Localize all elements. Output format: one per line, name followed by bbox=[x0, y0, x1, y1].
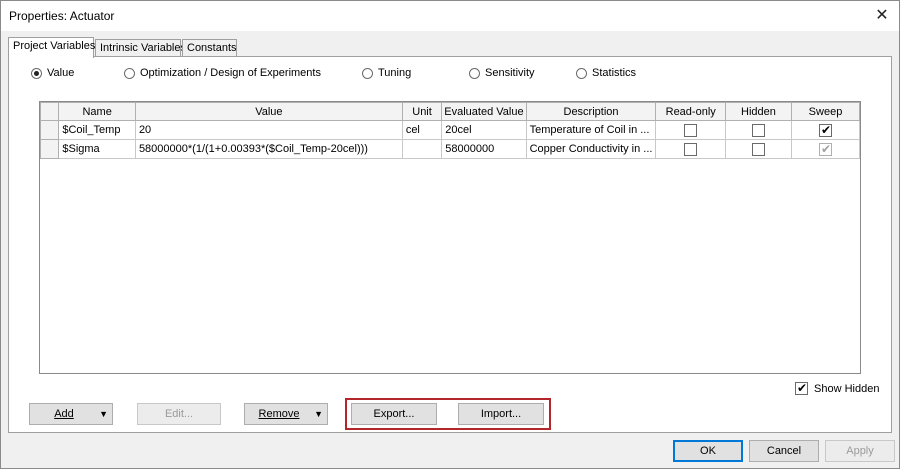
dropdown-arrow-icon[interactable]: ▼ bbox=[99, 404, 108, 424]
cell-name[interactable]: $Sigma bbox=[58, 139, 136, 159]
show-hidden-toggle[interactable]: ✔ Show Hidden bbox=[795, 381, 880, 395]
radio-label: Sensitivity bbox=[485, 67, 535, 79]
radio-unchecked-icon bbox=[362, 67, 373, 79]
close-icon[interactable]: ✕ bbox=[871, 5, 893, 27]
tab-label: Constants bbox=[187, 42, 237, 54]
hidden-checkbox[interactable] bbox=[751, 142, 765, 156]
column-header-read-only[interactable]: Read-only bbox=[655, 102, 726, 121]
export-import-highlight bbox=[345, 398, 551, 430]
column-header-sweep[interactable]: Sweep bbox=[790, 102, 861, 121]
dropdown-arrow-icon[interactable]: ▼ bbox=[314, 404, 323, 424]
cell-evaluated-value: 58000000 bbox=[441, 139, 527, 159]
radio-checked-icon bbox=[31, 67, 42, 79]
remove-button-label: Remove bbox=[258, 408, 300, 420]
read-only-checkbox[interactable] bbox=[684, 123, 698, 137]
sweep-checkbox-disabled: ✔ bbox=[818, 141, 832, 156]
radio-label: Optimization / Design of Experiments bbox=[140, 67, 321, 79]
project-variables-panel: Value Optimization / Design of Experimen… bbox=[8, 56, 892, 433]
radio-label: Statistics bbox=[592, 67, 637, 79]
tab-project-variables[interactable]: Project Variables bbox=[8, 37, 96, 58]
show-hidden-checkbox[interactable]: ✔ bbox=[795, 381, 808, 395]
cell-unit[interactable] bbox=[401, 139, 443, 159]
apply-button-label: Apply bbox=[846, 445, 874, 457]
properties-dialog: Properties: Actuator ✕ Project Variables… bbox=[0, 0, 900, 469]
check-icon: ✔ bbox=[820, 141, 832, 156]
column-header-value[interactable]: Value bbox=[134, 102, 403, 121]
cell-read-only bbox=[655, 120, 726, 140]
read-only-checkbox[interactable] bbox=[684, 142, 698, 156]
column-header-description[interactable]: Description bbox=[525, 102, 657, 121]
radio-sensitivity[interactable]: Sensitivity bbox=[469, 67, 535, 79]
radio-tuning[interactable]: Tuning bbox=[362, 67, 411, 79]
add-button-label: Add bbox=[54, 408, 74, 420]
table-row[interactable]: $Sigma 58000000*(1/(1+0.00393*($Coil_Tem… bbox=[39, 139, 861, 159]
table-row[interactable]: $Coil_Temp 20 cel 20cel Temperature of C… bbox=[39, 120, 861, 140]
ok-button-label: OK bbox=[700, 445, 716, 457]
radio-unchecked-icon bbox=[469, 67, 480, 79]
ok-button[interactable]: OK bbox=[673, 440, 743, 462]
edit-button[interactable]: Edit... bbox=[137, 403, 221, 425]
apply-button[interactable]: Apply bbox=[825, 440, 895, 462]
cell-name[interactable]: $Coil_Temp bbox=[58, 120, 136, 140]
cell-hidden bbox=[724, 120, 792, 140]
add-button[interactable]: Add ▼ bbox=[29, 403, 113, 425]
cell-hidden bbox=[724, 139, 792, 159]
check-icon: ✔ bbox=[797, 381, 808, 395]
cancel-button-label: Cancel bbox=[766, 445, 802, 457]
tab-label: Project Variables bbox=[13, 40, 96, 52]
radio-label: Value bbox=[47, 67, 75, 79]
radio-unchecked-icon bbox=[124, 67, 135, 79]
tab-constants[interactable]: Constants bbox=[182, 39, 237, 57]
tab-label: Intrinsic Variables bbox=[100, 42, 186, 54]
window-title: Properties: Actuator bbox=[9, 9, 115, 23]
sweep-checkbox[interactable]: ✔ bbox=[818, 122, 832, 137]
cell-description[interactable]: Temperature of Coil in ... bbox=[525, 120, 657, 140]
cell-description[interactable]: Copper Conductivity in ... bbox=[525, 139, 657, 159]
row-header-corner bbox=[39, 102, 60, 121]
tab-intrinsic-variables[interactable]: Intrinsic Variables bbox=[95, 39, 186, 57]
row-selector[interactable] bbox=[39, 120, 60, 140]
mode-radio-group: Value Optimization / Design of Experimen… bbox=[9, 67, 891, 83]
column-header-unit[interactable]: Unit bbox=[401, 102, 443, 121]
edit-button-label: Edit... bbox=[164, 408, 194, 420]
radio-optimization[interactable]: Optimization / Design of Experiments bbox=[124, 67, 321, 79]
column-header-evaluated-value[interactable]: Evaluated Value bbox=[441, 102, 527, 121]
variables-grid[interactable]: Name Value Unit Evaluated Value Descript… bbox=[39, 101, 861, 374]
remove-button[interactable]: Remove ▼ bbox=[244, 403, 328, 425]
column-header-hidden[interactable]: Hidden bbox=[724, 102, 792, 121]
cell-value[interactable]: 58000000*(1/(1+0.00393*($Coil_Temp-20cel… bbox=[134, 139, 403, 159]
cell-sweep: ✔ bbox=[790, 139, 861, 159]
column-header-name[interactable]: Name bbox=[58, 102, 136, 121]
title-bar: Properties: Actuator ✕ bbox=[1, 1, 899, 31]
row-selector[interactable] bbox=[39, 139, 60, 159]
variables-table: Name Value Unit Evaluated Value Descript… bbox=[39, 102, 861, 159]
check-icon: ✔ bbox=[820, 122, 832, 137]
grid-header-row: Name Value Unit Evaluated Value Descript… bbox=[39, 102, 861, 121]
radio-statistics[interactable]: Statistics bbox=[576, 67, 636, 79]
radio-label: Tuning bbox=[378, 67, 412, 79]
cell-read-only bbox=[655, 139, 726, 159]
cell-evaluated-value: 20cel bbox=[441, 120, 527, 140]
cell-sweep: ✔ bbox=[790, 120, 861, 140]
cell-unit[interactable]: cel bbox=[401, 120, 443, 140]
cell-value[interactable]: 20 bbox=[134, 120, 403, 140]
radio-value[interactable]: Value bbox=[31, 67, 74, 79]
hidden-checkbox[interactable] bbox=[751, 123, 765, 137]
cancel-button[interactable]: Cancel bbox=[749, 440, 819, 462]
radio-unchecked-icon bbox=[576, 67, 587, 79]
show-hidden-label: Show Hidden bbox=[814, 382, 880, 395]
